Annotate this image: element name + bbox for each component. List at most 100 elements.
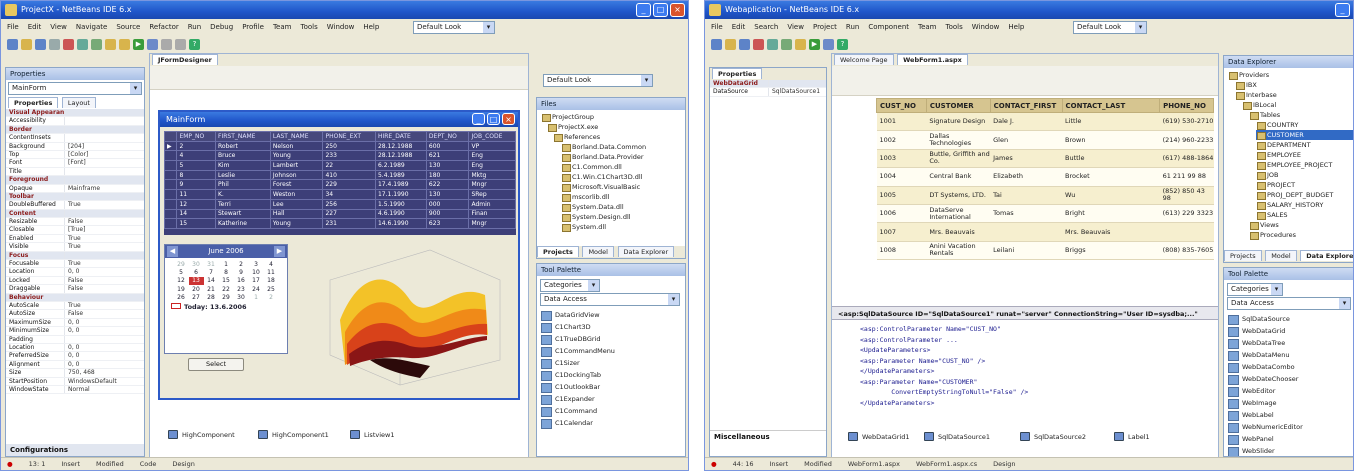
code-line[interactable]: </UpdateParameters> — [860, 366, 1214, 377]
calendar-day[interactable]: 2 — [264, 293, 279, 301]
property-value[interactable]: 0, 0 — [64, 352, 144, 360]
property-value[interactable]: 750, 468 — [64, 369, 144, 377]
palette-item[interactable]: WebDataGrid — [1224, 325, 1353, 337]
table-cell[interactable]: 130 — [425, 189, 470, 200]
calendar-today[interactable]: Today: 13.6.2006 — [165, 303, 287, 311]
tree-node[interactable]: System.Design.dll — [561, 212, 685, 222]
column-header[interactable]: JOB_CODE — [468, 131, 516, 142]
property-value[interactable]: Mainframe — [64, 184, 144, 192]
property-row[interactable]: Draggable False — [6, 285, 144, 294]
column-header[interactable]: FIRST_NAME — [215, 131, 271, 142]
next-month-icon[interactable]: ▶ — [274, 246, 285, 257]
database-tree[interactable]: Providers IBX Interbase IBLocal Tables COUNTR… — [1224, 68, 1353, 240]
code-line[interactable]: <asp:ControlParameter Name="CUST_NO" — [860, 324, 1214, 335]
table-cell[interactable]: Buttle — [1062, 149, 1160, 169]
property-row[interactable]: Alignment 0, 0 — [6, 360, 144, 370]
tree-node[interactable]: Procedures — [1249, 230, 1353, 240]
tab-jformdesigner[interactable]: JFormDesigner — [152, 54, 218, 65]
property-row[interactable]: Closable [True] — [6, 226, 144, 235]
tab-model[interactable]: Model — [582, 246, 614, 257]
calendar-day[interactable]: 13 — [188, 276, 204, 285]
calendar-day[interactable]: 3 — [249, 260, 264, 268]
calendar-day[interactable]: 17 — [249, 277, 264, 285]
table-cell[interactable]: Finan — [468, 208, 516, 220]
property-value[interactable]: Normal — [64, 385, 144, 394]
copy-icon[interactable] — [767, 38, 778, 50]
form-maximize-icon[interactable]: □ — [487, 113, 500, 125]
property-value[interactable]: True — [64, 260, 144, 268]
property-row[interactable]: AutoScale True — [6, 301, 144, 311]
menu-item[interactable]: Run — [846, 23, 859, 31]
property-value[interactable]: False — [64, 218, 144, 226]
table-cell[interactable]: 5.4.1989 — [374, 169, 427, 181]
table-cell[interactable]: Eng — [468, 150, 516, 162]
property-row[interactable]: Size 750, 468 — [6, 369, 144, 378]
calendar-day[interactable]: 1 — [219, 260, 234, 268]
property-category[interactable]: Foreground — [6, 176, 144, 185]
palette-item[interactable]: C1CommandMenu — [537, 345, 685, 357]
palette-item[interactable]: WebDateChooser — [1224, 373, 1353, 385]
property-row[interactable]: Background [204] — [6, 142, 144, 151]
menu-item[interactable]: Help — [363, 23, 379, 31]
table-row[interactable]: ▶ 2 Robert Nelson 250 28.12.1988 600 VP — [164, 140, 516, 152]
palette-item[interactable]: C1OutlookBar — [537, 381, 685, 393]
table-cell[interactable]: Briggs — [1062, 241, 1160, 261]
table-cell[interactable]: Robert — [215, 140, 271, 152]
property-value[interactable]: [Color] — [64, 150, 144, 159]
tree-node[interactable]: ProjectGroup — [541, 112, 685, 122]
menu-item[interactable]: Window — [972, 23, 1000, 31]
table-cell[interactable]: Young — [269, 150, 324, 162]
calendar-day[interactable]: 22 — [219, 285, 234, 293]
palette-item[interactable]: WebNumericEditor — [1224, 421, 1353, 433]
tree-node[interactable]: mscorlib.dll — [561, 192, 685, 202]
property-value[interactable]: True — [64, 201, 144, 209]
property-value[interactable]: 0, 0 — [64, 268, 144, 276]
table-cell[interactable]: 1006 — [876, 204, 927, 224]
tree-node[interactable]: Borland.Data.Provider — [561, 152, 685, 162]
table-cell[interactable]: Wu — [1062, 186, 1160, 205]
designer-tray-item[interactable]: SqlDataSource1 — [924, 432, 990, 441]
save-all-icon[interactable] — [49, 38, 60, 50]
table-cell[interactable]: 623 — [425, 218, 470, 229]
code-line[interactable]: <UpdateParameters> — [860, 345, 1214, 356]
tree-node[interactable]: SALES — [1256, 210, 1353, 220]
column-header[interactable]: CUSTOMER — [925, 98, 991, 113]
property-row[interactable]: Visible True — [6, 243, 144, 252]
tree-node[interactable]: EMPLOYEE — [1256, 150, 1353, 160]
tab-data-explorer[interactable]: Data Explorer — [1300, 250, 1353, 261]
property-row[interactable]: StartPosition WindowsDefault — [6, 377, 144, 386]
table-cell[interactable]: 256 — [322, 198, 376, 210]
table-cell[interactable]: Terri — [215, 198, 271, 210]
palette-item[interactable]: WebPanel — [1224, 433, 1353, 445]
calendar-day[interactable]: 8 — [219, 268, 234, 276]
code-line[interactable]: <asp:ControlParameter ... — [860, 335, 1214, 346]
source-editor[interactable]: <asp:ControlParameter Name="CUST_NO" <asp… — [852, 324, 1214, 414]
tree-node[interactable]: EMPLOYEE_PROJECT — [1256, 160, 1353, 170]
table-cell[interactable]: 180 — [425, 169, 470, 181]
property-value[interactable]: [True] — [64, 226, 144, 234]
table-cell[interactable]: 2 — [176, 140, 216, 152]
debug-icon[interactable] — [823, 38, 834, 50]
menu-item[interactable]: Window — [327, 23, 355, 31]
property-category[interactable]: Content — [6, 209, 144, 219]
property-value[interactable] — [64, 167, 144, 176]
table-cell[interactable]: 000 — [425, 198, 470, 210]
table-cell[interactable]: 4.6.1990 — [374, 208, 427, 220]
table-cell[interactable]: 6.2.1989 — [374, 160, 427, 171]
property-row[interactable]: Opaque Mainframe — [6, 184, 144, 193]
table-row[interactable]: 1001 Signature Design Dale J. Little (619) 5… — [876, 112, 1214, 132]
paste-icon[interactable] — [781, 38, 792, 50]
property-row[interactable]: Enabled True — [6, 234, 144, 244]
table-cell[interactable]: 229 — [322, 179, 376, 191]
menu-item[interactable]: File — [7, 23, 19, 31]
help-icon[interactable]: ? — [837, 38, 848, 50]
palette-item[interactable]: WebDataCombo — [1224, 361, 1353, 373]
calendar-day[interactable]: 25 — [264, 285, 279, 293]
web-data-grid[interactable]: CUST_NO CUSTOMER CONTACT_FIRST CONTACT_LAST… — [876, 98, 1214, 300]
table-cell[interactable]: (619) 530-2710 — [1159, 112, 1214, 132]
open-icon[interactable] — [21, 38, 32, 50]
table-cell[interactable]: 5 — [176, 160, 216, 171]
calendar-day[interactable]: 30 — [189, 260, 204, 268]
property-value[interactable] — [64, 335, 144, 343]
tree-node[interactable]: ProjectX.exe — [547, 122, 685, 132]
